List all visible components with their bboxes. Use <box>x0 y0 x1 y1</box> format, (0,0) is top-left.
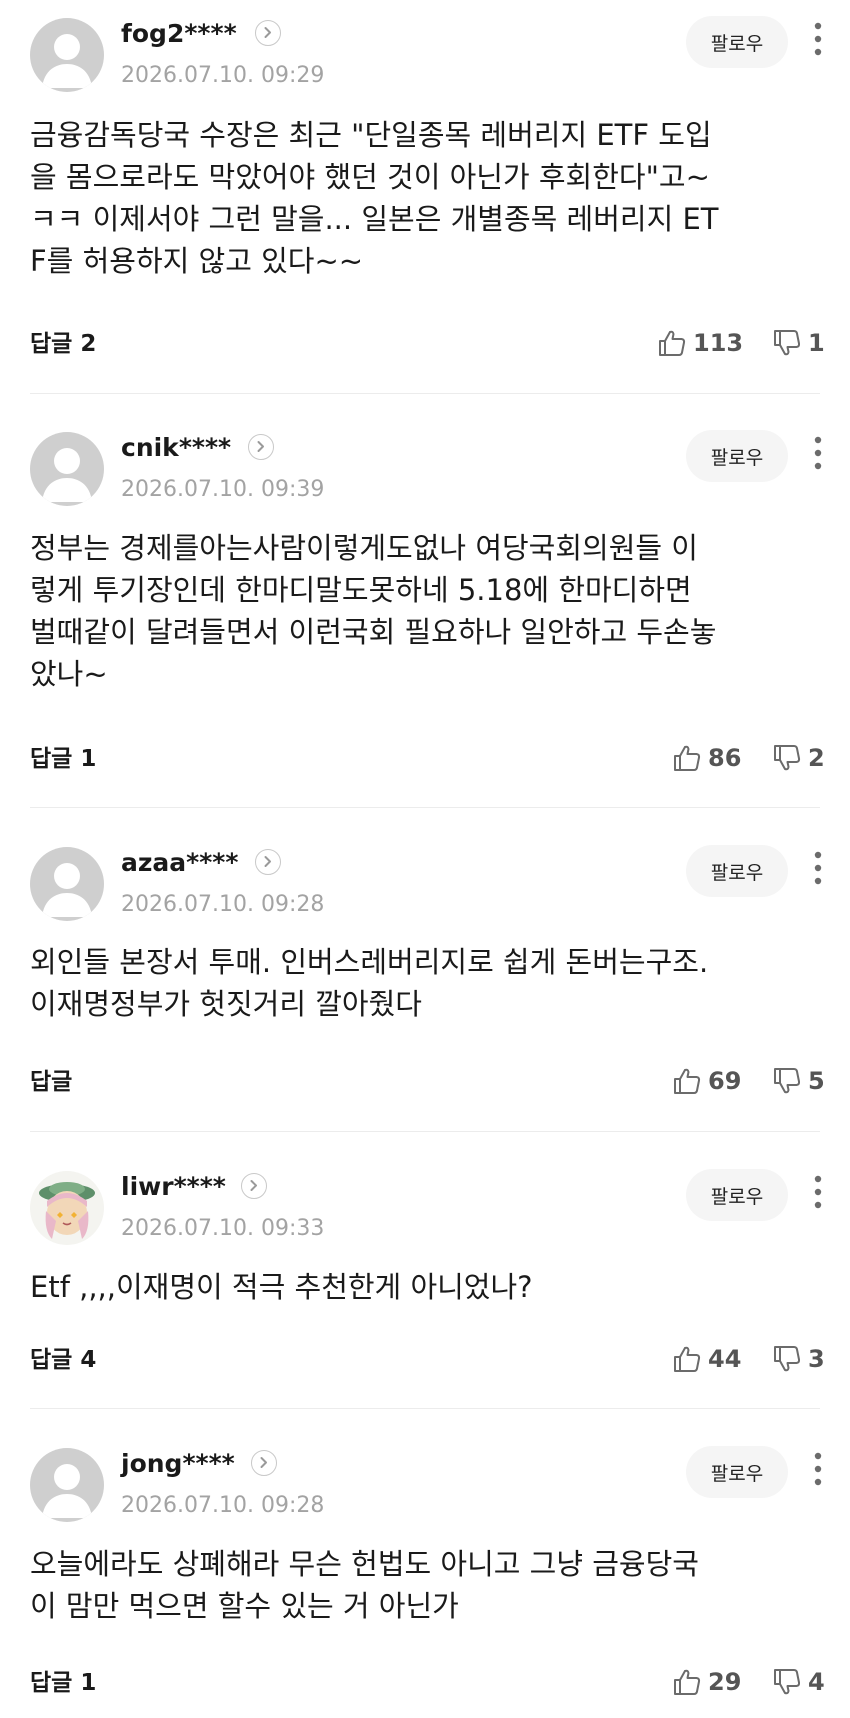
thumbs-up-icon <box>657 328 687 358</box>
more-options-icon[interactable] <box>808 848 828 888</box>
chevron-right-icon[interactable] <box>255 20 281 46</box>
chevron-right-icon[interactable] <box>255 849 281 875</box>
thumbs-down-icon <box>772 328 802 358</box>
reply-button[interactable]: 답글 2 <box>30 333 96 356</box>
timestamp: 2026.07.10. 09:28 <box>121 892 325 917</box>
divider <box>30 1408 820 1409</box>
more-options-icon[interactable] <box>808 433 828 473</box>
username[interactable]: fog2**** <box>121 21 237 46</box>
follow-button[interactable]: 팔로우 <box>686 1446 788 1498</box>
more-options-icon[interactable] <box>808 1172 828 1212</box>
dislike-button[interactable]: 2 <box>772 743 825 773</box>
like-count: 44 <box>708 1345 742 1373</box>
chevron-right-icon[interactable] <box>241 1173 267 1199</box>
like-button[interactable]: 69 <box>672 1066 741 1096</box>
divider <box>30 807 820 808</box>
timestamp: 2026.07.10. 09:39 <box>121 477 325 502</box>
follow-button[interactable]: 팔로우 <box>686 1169 788 1221</box>
reply-button[interactable]: 답글 4 <box>30 1349 96 1372</box>
like-button[interactable]: 44 <box>672 1344 741 1374</box>
avatar[interactable] <box>30 847 104 921</box>
divider <box>30 393 820 394</box>
timestamp: 2026.07.10. 09:29 <box>121 63 325 88</box>
username[interactable]: cnik**** <box>121 435 231 460</box>
reply-button[interactable]: 답글 1 <box>30 1672 96 1695</box>
comment-text: 외인들 본장서 투매. 인버스레버리지로 쉽게 돈버는구조. 이재명정부가 헛짓… <box>30 945 709 1021</box>
dislike-count: 3 <box>808 1345 825 1373</box>
like-button[interactable]: 113 <box>657 328 743 358</box>
dislike-button[interactable]: 5 <box>772 1066 825 1096</box>
timestamp: 2026.07.10. 09:33 <box>121 1216 325 1241</box>
thumbs-down-icon <box>772 1667 802 1697</box>
comment-text: 금융감독당국 수장은 최근 "단일종목 레버리지 ETF 도입 을 몸으로라도 … <box>30 118 719 278</box>
reply-button[interactable]: 답글 <box>30 1071 72 1094</box>
comment-text: Etf ,,,,이재명이 적극 추천한게 아니었나? <box>30 1270 533 1304</box>
chevron-right-icon[interactable] <box>248 434 274 460</box>
username[interactable]: azaa**** <box>121 850 238 875</box>
username[interactable]: liwr**** <box>121 1174 226 1199</box>
reply-button[interactable]: 답글 1 <box>30 748 96 771</box>
thumbs-up-icon <box>672 743 702 773</box>
thumbs-up-icon <box>672 1066 702 1096</box>
thumbs-down-icon <box>772 1066 802 1096</box>
dislike-button[interactable]: 3 <box>772 1344 825 1374</box>
thumbs-down-icon <box>772 743 802 773</box>
more-options-icon[interactable] <box>808 19 828 59</box>
divider <box>30 1131 820 1132</box>
like-count: 29 <box>708 1668 742 1696</box>
like-count: 113 <box>693 329 744 357</box>
comment-text: 정부는 경제를아는사람이렇게도없나 여당국회의원들 이 렇게 투기장인데 한마디… <box>30 531 717 691</box>
avatar[interactable] <box>30 432 104 506</box>
thumbs-up-icon <box>672 1667 702 1697</box>
avatar-character[interactable] <box>30 1171 104 1245</box>
like-button[interactable]: 29 <box>672 1667 741 1697</box>
like-count: 86 <box>708 744 742 772</box>
username[interactable]: jong**** <box>121 1451 235 1476</box>
follow-button[interactable]: 팔로우 <box>686 845 788 897</box>
follow-button[interactable]: 팔로우 <box>686 430 788 482</box>
dislike-button[interactable]: 1 <box>772 328 825 358</box>
chevron-right-icon[interactable] <box>251 1450 277 1476</box>
timestamp: 2026.07.10. 09:28 <box>121 1493 325 1518</box>
dislike-count: 5 <box>808 1067 825 1095</box>
dislike-count: 4 <box>808 1668 825 1696</box>
dislike-count: 2 <box>808 744 825 772</box>
avatar[interactable] <box>30 1448 104 1522</box>
like-count: 69 <box>708 1067 742 1095</box>
dislike-button[interactable]: 4 <box>772 1667 825 1697</box>
more-options-icon[interactable] <box>808 1449 828 1489</box>
dislike-count: 1 <box>808 329 825 357</box>
thumbs-up-icon <box>672 1344 702 1374</box>
follow-button[interactable]: 팔로우 <box>686 16 788 68</box>
like-button[interactable]: 86 <box>672 743 741 773</box>
avatar[interactable] <box>30 18 104 92</box>
thumbs-down-icon <box>772 1344 802 1374</box>
comment-text: 오늘에라도 상폐해라 무슨 헌법도 아니고 그냥 금융당국 이 맘만 먹으면 할… <box>30 1547 699 1623</box>
